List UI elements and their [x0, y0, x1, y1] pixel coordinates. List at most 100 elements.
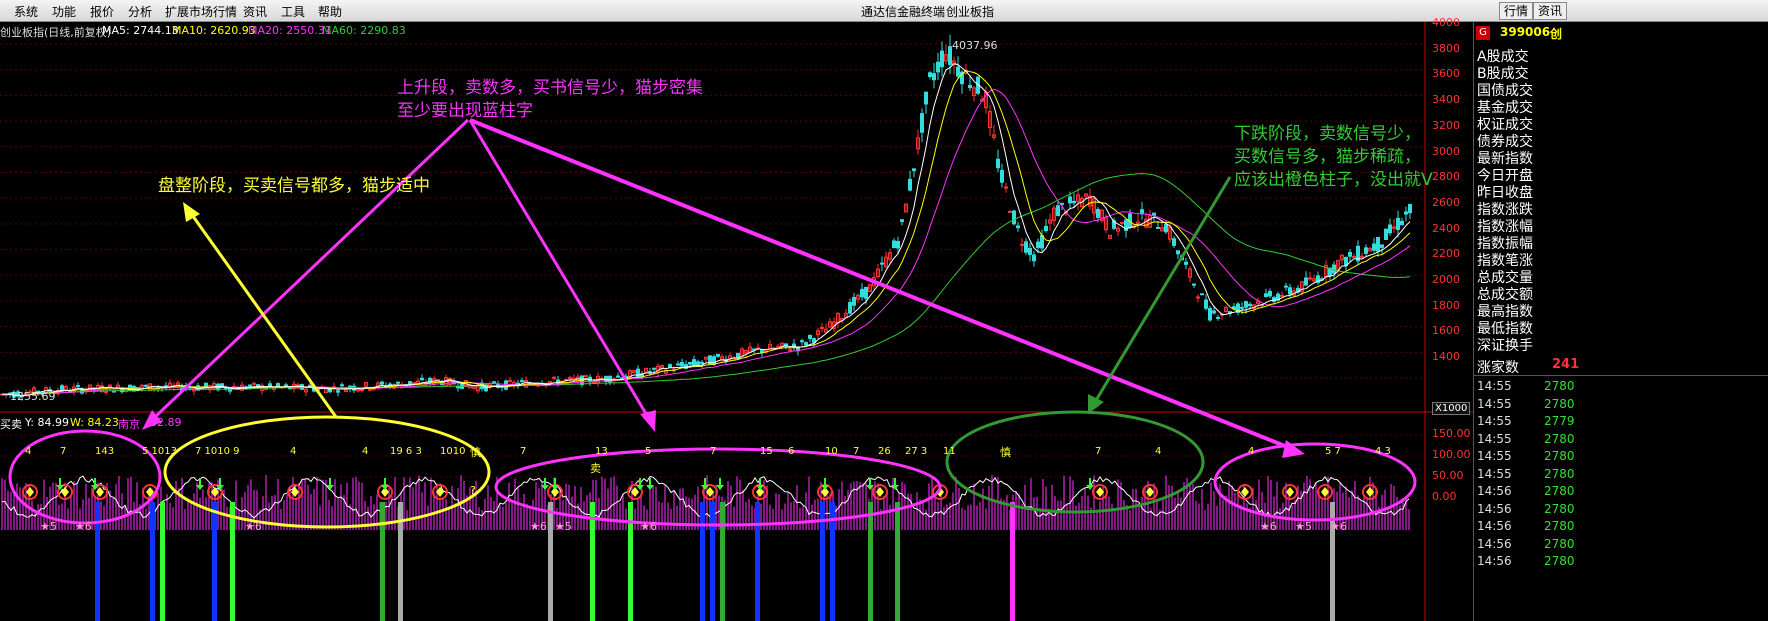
ma10-value: MA10: 2620.93: [172, 24, 256, 37]
caution-label: 慎: [470, 446, 481, 459]
annotation-uptrend-line2: 至少要出现蓝柱字: [397, 101, 533, 121]
annotation-consolidation: 盘整阶段，买卖信号都多，猫步适中: [158, 176, 430, 196]
chart-name: 创业板指(日线,前复权): [0, 26, 112, 39]
index-name: 创业板指: [946, 5, 995, 19]
price-axis-label: 2000: [1432, 273, 1460, 286]
tick-value: 2780: [1544, 379, 1575, 393]
news-button[interactable]: 资讯: [1533, 2, 1568, 20]
market-button[interactable]: 行情: [1499, 2, 1534, 20]
menu-item-analysis[interactable]: 分析: [128, 3, 152, 20]
signal-number: 7: [60, 446, 67, 457]
price-axis-label: 4000: [1432, 16, 1460, 29]
tick-value: 2780: [1544, 554, 1575, 568]
ma5-value: MA5: 2744.13: [102, 24, 179, 37]
tick-row: 14:55 2780: [1477, 449, 1767, 463]
tick-time: 14:56: [1477, 554, 1512, 568]
g-icon[interactable]: G: [1476, 26, 1490, 40]
menu-item-quote[interactable]: 报价: [90, 3, 114, 20]
indicator-panel: [1, 475, 1410, 621]
price-axis-label: 2600: [1432, 195, 1460, 209]
price-axis-label: 2400: [1432, 221, 1460, 235]
stat-item: 深证换手: [1477, 338, 1533, 354]
index-code: 399006: [1500, 25, 1551, 39]
tick-row: 14:56 2780: [1477, 554, 1767, 568]
menu-item-function[interactable]: 功能: [52, 3, 76, 20]
tick-time: 14:56: [1477, 501, 1512, 516]
quote-side-panel: G 399006 创 A股成交 B股成交 国债成交 基金成交 权证成交 债券成交 最新指数今…: [1473, 22, 1768, 621]
tick-row: 14:56 2780: [1477, 502, 1767, 516]
star-marker: ★6: [75, 520, 92, 533]
annotation-downtrend-line3: 应该出橙色柱子，没出就V: [1234, 170, 1433, 190]
price-axis-label: 3200: [1432, 118, 1460, 132]
signal-number: 5: [645, 446, 652, 457]
rising-count-label: 涨家数: [1477, 360, 1519, 376]
signal-number: 26: [878, 446, 891, 457]
tick-time: 14:56: [1477, 536, 1512, 551]
price-axis-label: 1400: [1432, 350, 1460, 364]
signal-number: 7: [853, 446, 860, 457]
indicator-axis-label: 150.00: [1432, 427, 1471, 440]
tick-time: 14:55: [1477, 431, 1512, 446]
tick-value: 2780: [1544, 536, 1575, 551]
sell-label: 卖: [590, 462, 601, 475]
price-axis-label: 3000: [1432, 144, 1460, 158]
tick-time: 14:55: [1477, 466, 1512, 481]
candlesticks: [0, 34, 1412, 401]
scale-label: X1000: [1432, 402, 1471, 415]
signal-number: 11: [943, 446, 956, 457]
star-marker: ★6: [245, 520, 262, 533]
star-marker: ★5: [40, 520, 57, 533]
menu-bar: 系统 功能 报价 分析 扩展市场行情 资讯 工具 帮助 通达信金融终端 创业板指…: [0, 0, 1768, 22]
question-label: ?: [470, 484, 476, 497]
signal-number: 4 3: [1375, 446, 1391, 457]
app-title: 通达信金融终端: [861, 5, 946, 19]
star-marker: ★6: [1330, 520, 1347, 533]
annotation-downtrend-line2: 买数信号多，猫步稀疏，: [1234, 147, 1421, 167]
indicator-nanjing: 南京: [118, 418, 140, 431]
menu-item-tools[interactable]: 工具: [281, 3, 305, 20]
price-axis-label: 1600: [1432, 324, 1460, 338]
tick-row: 14:56 2780: [1477, 484, 1767, 498]
indicator-name: 买卖: [0, 418, 22, 431]
price-axis-label: 3600: [1432, 67, 1460, 81]
signal-number: 4: [362, 446, 369, 457]
high-price-label: 4037.96: [952, 39, 998, 52]
menu-item-help[interactable]: 帮助: [318, 3, 342, 20]
tick-value: 2779: [1544, 414, 1575, 428]
kline-chart[interactable]: [0, 22, 1473, 621]
tick-row: 14:55 2779: [1477, 414, 1767, 428]
star-marker: ★6: [640, 520, 657, 533]
signal-number: 19 6 3: [390, 446, 422, 457]
signal-number: 7 1010 9: [195, 446, 240, 457]
signal-number: 7: [1095, 446, 1102, 457]
signal-number: 27 3: [905, 446, 928, 457]
tick-row: 14:55 2780: [1477, 397, 1767, 411]
signal-number: 1010: [440, 446, 466, 457]
tick-time: 14:55: [1477, 396, 1512, 411]
price-axis-label: 3800: [1432, 41, 1460, 55]
signal-number: 10: [825, 446, 838, 457]
tick-value: 2780: [1544, 449, 1575, 463]
signal-number: 143: [95, 446, 115, 457]
tick-row: 14:56 2780: [1477, 537, 1767, 551]
menu-item-system[interactable]: 系统: [14, 3, 38, 20]
star-marker: ★5: [555, 520, 572, 533]
star-marker: ★6: [1260, 520, 1277, 533]
menu-item-extended-market[interactable]: 扩展市场行情: [165, 3, 237, 20]
indicator-nanjing-value: 82.89: [150, 416, 182, 429]
indicator-w: W: 84.23: [70, 416, 119, 429]
tick-time: 14:56: [1477, 519, 1512, 533]
ma60-value: MA60: 2290.83: [322, 24, 406, 37]
signal-number: 7: [710, 446, 717, 457]
tick-row: 14:56 2780: [1477, 519, 1767, 533]
indicator-axis-label: 0.00: [1432, 490, 1457, 503]
ma10-line: [1, 70, 1411, 397]
index-code-suffix: 创: [1550, 27, 1563, 41]
caution-label: 慎: [1000, 446, 1011, 459]
low-price-label: 1255.69: [10, 390, 56, 403]
signal-number: 5 7: [1325, 446, 1341, 457]
menu-item-news[interactable]: 资讯: [243, 3, 267, 20]
tick-row: 14:55 2780: [1477, 432, 1767, 446]
signal-number: 7: [520, 446, 527, 457]
tick-row: 14:55 2780: [1477, 467, 1767, 481]
